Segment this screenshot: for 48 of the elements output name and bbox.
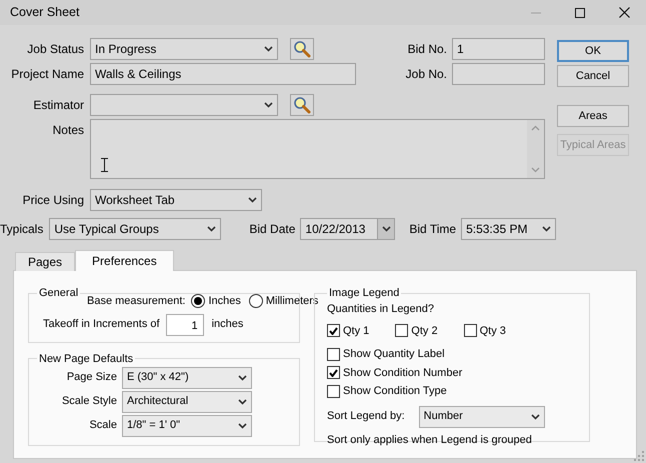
checkbox-label[interactable]: Show Quantity Label — [343, 346, 445, 363]
field-label: Project Name — [10, 66, 84, 83]
radio-label[interactable]: Inches — [208, 293, 241, 310]
project-name-field[interactable]: Walls & Ceilings — [90, 63, 356, 85]
price-using-dropdown[interactable]: Worksheet Tab — [90, 189, 262, 211]
date-picker[interactable]: 10/22/2013 — [300, 218, 396, 240]
field-label: Takeoff in Increments of — [43, 317, 160, 332]
field-label: Price Using — [22, 192, 84, 209]
job-status-dropdown[interactable]: In Progress — [90, 38, 278, 60]
field-label: Base measurement: — [87, 294, 186, 310]
checkbox-label[interactable]: Show Condition Type — [343, 383, 447, 400]
field-label: Quantities in Legend? — [327, 302, 434, 318]
tab[interactable]: Pages — [15, 252, 76, 271]
field-label: Estimator — [32, 97, 84, 114]
field-label: Scale Style — [60, 394, 117, 410]
dropdown[interactable]: Architectural — [122, 390, 252, 413]
field-label: Sort Legend by: — [327, 409, 405, 424]
typicals-dropdown[interactable]: Use Typical Groups — [49, 218, 222, 240]
checkbox-label[interactable]: Show Condition Number — [343, 364, 462, 382]
group-title: Image Legend — [328, 287, 400, 300]
sort-dropdown[interactable]: Number — [418, 406, 545, 428]
note-text: Sort only applies when Legend is grouped — [327, 432, 532, 448]
dialog-button[interactable]: Areas — [557, 105, 629, 127]
field-label: Bid Time — [409, 221, 456, 238]
radio-label[interactable]: Millimeters — [266, 293, 318, 310]
bid-time-dropdown[interactable]: 5:53:35 PM — [461, 218, 556, 240]
checkbox-label[interactable]: Qty 2 — [411, 322, 438, 340]
dropdown[interactable]: E (30" x 42") — [122, 366, 252, 389]
window-title: Cover Sheet — [9, 4, 80, 22]
field-label: Scale — [88, 418, 117, 434]
field-label: Job No. — [406, 66, 447, 83]
unit-label: inches — [212, 317, 244, 332]
field-label: Notes — [52, 122, 84, 139]
dialog-button[interactable]: OK — [557, 40, 629, 62]
increment-field[interactable]: 1 — [166, 314, 204, 336]
checkbox-label[interactable]: Qty 1 — [343, 322, 370, 340]
field-label: Bid Date — [249, 221, 296, 238]
dialog-button[interactable]: Cancel — [557, 65, 629, 87]
dropdown[interactable]: 1/8" = 1' 0" — [122, 414, 252, 437]
bid-number-field[interactable]: 1 — [452, 38, 545, 60]
tab[interactable]: Preferences — [75, 250, 174, 271]
checkbox-label[interactable]: Qty 3 — [480, 322, 506, 340]
field-label: Job Status — [26, 41, 84, 58]
field-label: Page Size — [66, 370, 117, 386]
field-label: Bid No. — [408, 41, 447, 58]
field-label: Typicals — [0, 221, 44, 238]
group-title: New Page Defaults — [38, 352, 134, 365]
group-title: General — [38, 287, 80, 300]
